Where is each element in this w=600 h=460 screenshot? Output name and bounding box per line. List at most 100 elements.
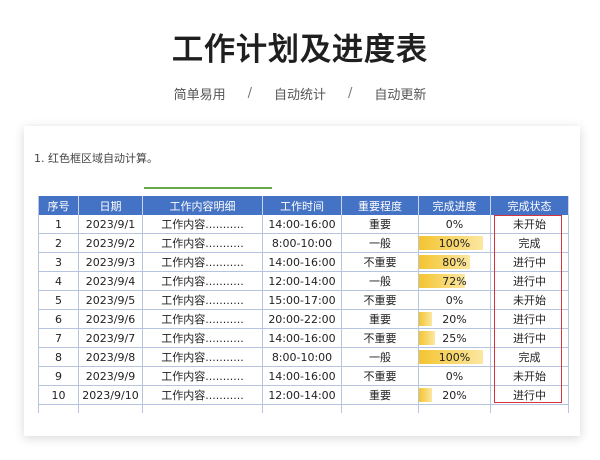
cell-time[interactable]: 14:00-16:00 <box>262 215 342 234</box>
cell-time[interactable]: 8:00-10:00 <box>262 347 342 367</box>
cell-date[interactable]: 2023/9/7 <box>78 328 143 348</box>
cell-date[interactable]: 2023/9/5 <box>78 290 143 310</box>
cell-content[interactable]: 工作内容........... <box>142 252 263 272</box>
empty-cell[interactable] <box>142 404 263 413</box>
table-row: 2 2023/9/2 工作内容........... 8:00-10:00 一般 100%… <box>38 233 569 253</box>
cell-progress[interactable]: 20% <box>418 385 491 405</box>
cell-progress[interactable]: 72% <box>418 271 491 291</box>
cell-content[interactable]: 工作内容........... <box>142 215 263 234</box>
cell-time[interactable]: 14:00-16:00 <box>262 366 342 386</box>
cell-date[interactable]: 2023/9/9 <box>78 366 143 386</box>
cell-progress[interactable]: 0% <box>418 290 491 310</box>
cell-date[interactable]: 2023/9/6 <box>78 309 143 329</box>
column-header-content[interactable]: 工作内容明细 <box>142 196 263 215</box>
cell-importance[interactable]: 重要 <box>341 385 419 405</box>
cell-time[interactable]: 12:00-14:00 <box>262 385 342 405</box>
cell-no[interactable]: 4 <box>38 271 79 291</box>
cell-status[interactable]: 进行中 <box>490 328 569 348</box>
cell-content[interactable]: 工作内容........... <box>142 233 263 253</box>
cell-content[interactable]: 工作内容........... <box>142 309 263 329</box>
cell-status[interactable]: 进行中 <box>490 271 569 291</box>
empty-cell[interactable] <box>341 404 419 413</box>
cell-importance[interactable]: 不重要 <box>341 290 419 310</box>
cell-importance[interactable]: 重要 <box>341 309 419 329</box>
cell-importance[interactable]: 不重要 <box>341 366 419 386</box>
cell-status[interactable]: 未开始 <box>490 366 569 386</box>
cell-status[interactable]: 未开始 <box>490 290 569 310</box>
cell-progress[interactable]: 100% <box>418 233 491 253</box>
cell-progress[interactable]: 100% <box>418 347 491 367</box>
cell-content[interactable]: 工作内容........... <box>142 328 263 348</box>
subtitle-item-easy: 简单易用 <box>173 88 226 103</box>
cell-time[interactable]: 15:00-17:00 <box>262 290 342 310</box>
cell-progress[interactable]: 80% <box>418 252 491 272</box>
cell-no[interactable]: 2 <box>38 233 79 253</box>
cell-no[interactable]: 3 <box>38 252 79 272</box>
cell-time[interactable]: 8:00-10:00 <box>262 233 342 253</box>
progress-text: 100% <box>438 350 471 364</box>
cell-content[interactable]: 工作内容........... <box>142 347 263 367</box>
column-header-progress[interactable]: 完成进度 <box>418 196 491 215</box>
cell-importance[interactable]: 不重要 <box>341 328 419 348</box>
column-header-date[interactable]: 日期 <box>78 196 143 215</box>
cell-no[interactable]: 5 <box>38 290 79 310</box>
cell-importance[interactable]: 一般 <box>341 347 419 367</box>
cell-status[interactable]: 进行中 <box>490 309 569 329</box>
cell-content[interactable]: 工作内容........... <box>142 271 263 291</box>
cell-content[interactable]: 工作内容........... <box>142 385 263 405</box>
column-header-importance[interactable]: 重要程度 <box>341 196 419 215</box>
cell-time[interactable]: 14:00-16:00 <box>262 328 342 348</box>
progress-text: 72% <box>442 274 467 288</box>
cell-selection-indicator <box>144 187 272 189</box>
schedule-table: 序号 日期 工作内容明细 工作时间 重要程度 完成进度 完成状态 1 2023/9… <box>38 196 569 413</box>
cell-content[interactable]: 工作内容........... <box>142 290 263 310</box>
cell-date[interactable]: 2023/9/4 <box>78 271 143 291</box>
empty-cell[interactable] <box>38 404 79 413</box>
subtitle-item-stats: 自动统计 <box>273 88 326 103</box>
table-row: 4 2023/9/4 工作内容........... 12:00-14:00 一般 72%… <box>38 271 569 291</box>
cell-time[interactable]: 12:00-14:00 <box>262 271 342 291</box>
cell-importance[interactable]: 重要 <box>341 215 419 234</box>
cell-importance[interactable]: 不重要 <box>341 252 419 272</box>
progress-bar-fill <box>419 331 435 345</box>
instruction-note: 1. 红色框区域自动计算。 <box>34 152 158 165</box>
empty-cell[interactable] <box>78 404 143 413</box>
empty-cell[interactable] <box>490 404 569 413</box>
cell-no[interactable]: 6 <box>38 309 79 329</box>
cell-no[interactable]: 8 <box>38 347 79 367</box>
progress-text: 25% <box>442 331 467 345</box>
subtitle-item-update: 自动更新 <box>374 88 427 103</box>
cell-date[interactable]: 2023/9/2 <box>78 233 143 253</box>
cell-status[interactable]: 完成 <box>490 347 569 367</box>
cell-status[interactable]: 未开始 <box>490 215 569 234</box>
column-header-status[interactable]: 完成状态 <box>490 196 569 215</box>
cell-progress[interactable]: 25% <box>418 328 491 348</box>
empty-cell[interactable] <box>262 404 342 413</box>
cell-importance[interactable]: 一般 <box>341 233 419 253</box>
cell-status[interactable]: 进行中 <box>490 252 569 272</box>
cell-no[interactable]: 10 <box>38 385 79 405</box>
cell-status[interactable]: 进行中 <box>490 385 569 405</box>
cell-date[interactable]: 2023/9/10 <box>78 385 143 405</box>
cell-date[interactable]: 2023/9/1 <box>78 215 143 234</box>
cell-date[interactable]: 2023/9/8 <box>78 347 143 367</box>
table-row-empty <box>38 404 569 413</box>
cell-time[interactable]: 14:00-16:00 <box>262 252 342 272</box>
cell-date[interactable]: 2023/9/3 <box>78 252 143 272</box>
cell-content[interactable]: 工作内容........... <box>142 366 263 386</box>
column-header-no[interactable]: 序号 <box>38 196 79 215</box>
column-header-time[interactable]: 工作时间 <box>262 196 342 215</box>
cell-progress[interactable]: 0% <box>418 366 491 386</box>
table-row: 10 2023/9/10 工作内容........... 12:00-14:00 重要 2… <box>38 385 569 405</box>
empty-cell[interactable] <box>418 404 491 413</box>
cell-no[interactable]: 7 <box>38 328 79 348</box>
cell-time[interactable]: 20:00-22:00 <box>262 309 342 329</box>
progress-text: 20% <box>442 388 467 402</box>
cell-no[interactable]: 1 <box>38 215 79 234</box>
cell-progress[interactable]: 0% <box>418 215 491 234</box>
cell-no[interactable]: 9 <box>38 366 79 386</box>
cell-importance[interactable]: 一般 <box>341 271 419 291</box>
progress-bar-fill <box>419 388 432 402</box>
cell-progress[interactable]: 20% <box>418 309 491 329</box>
cell-status[interactable]: 完成 <box>490 233 569 253</box>
